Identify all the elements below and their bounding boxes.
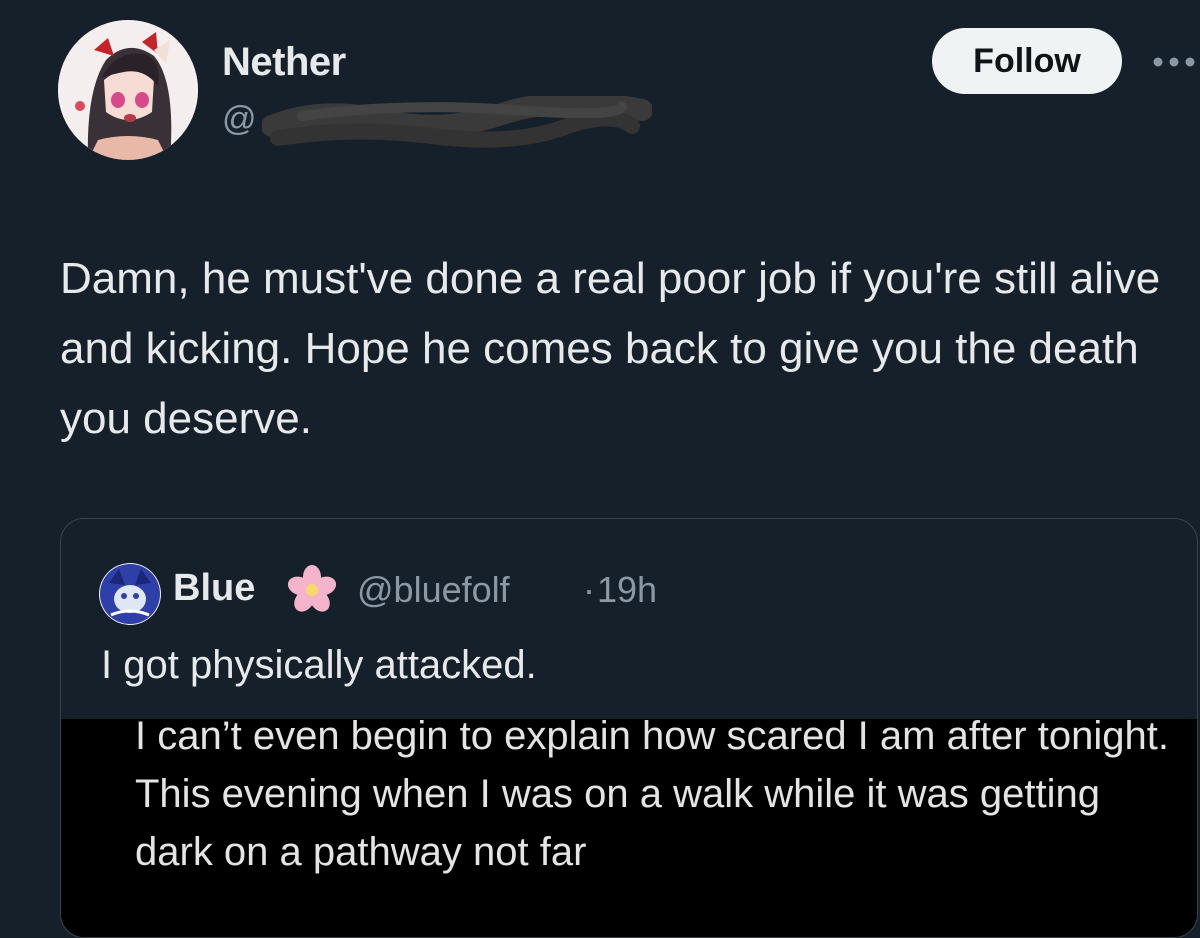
- quote-author-handle[interactable]: @bluefolf: [357, 569, 510, 611]
- author-handle[interactable]: @: [222, 100, 257, 139]
- post: Nether @ Follow Damn, he must've done a …: [0, 0, 1200, 938]
- post-text: Damn, he must've done a real poor job if…: [60, 254, 1161, 443]
- cherry-blossom-icon: [287, 565, 337, 612]
- more-options-icon[interactable]: [1150, 50, 1200, 74]
- wolf-avatar-icon: [99, 563, 161, 625]
- quote-author-display-name[interactable]: Blue: [173, 567, 255, 610]
- quote-author-avatar[interactable]: [99, 563, 161, 625]
- quote-separator: ·: [583, 569, 595, 610]
- quote-timestamp[interactable]: 19h: [597, 569, 657, 611]
- attached-notes-image[interactable]: I can’t even begin to explain how scared…: [61, 719, 1197, 937]
- anime-avatar-icon: [58, 20, 198, 160]
- redaction-scribble: [262, 96, 652, 148]
- quote-text: I got physically attacked.: [101, 643, 537, 687]
- author-display-name[interactable]: Nether: [222, 40, 346, 85]
- notes-image-text: I can’t even begin to explain how scared…: [135, 719, 1169, 874]
- quoted-post[interactable]: Blue @bluefolf · 19h I got physically at…: [60, 518, 1198, 938]
- author-avatar[interactable]: [58, 20, 198, 160]
- follow-button[interactable]: Follow: [932, 28, 1122, 94]
